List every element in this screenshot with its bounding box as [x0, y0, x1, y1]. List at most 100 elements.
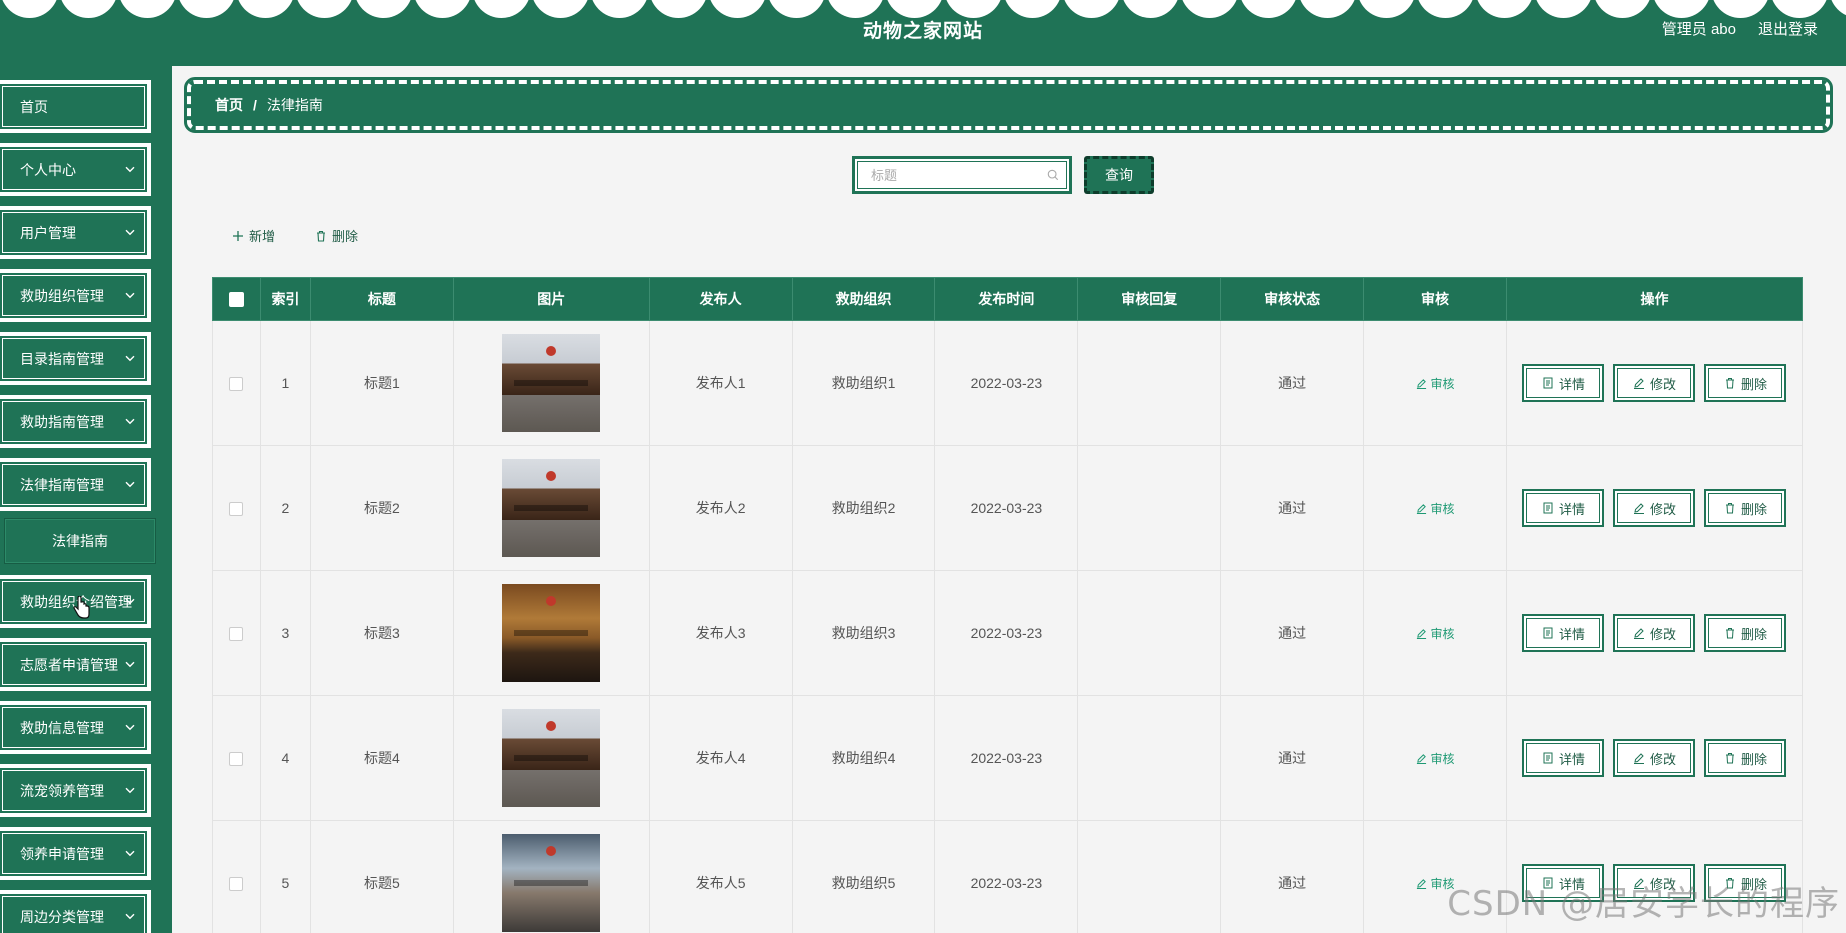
table-row: 3 标题3 发布人3 救助组织3 2022-03-23 通过 审核 详情 修改	[212, 570, 1804, 696]
delete-button[interactable]: 删除	[1704, 489, 1787, 527]
cell-actions: 详情 修改 删除	[1505, 320, 1804, 446]
sidebar-item-volunteer-application-management[interactable]: 志愿者申请管理	[0, 638, 151, 691]
review-link-label: 审核	[1430, 376, 1455, 391]
emblem-shape	[546, 596, 557, 606]
edit-pen-icon	[1416, 378, 1426, 389]
courtroom-image	[502, 459, 601, 557]
cell-title: 标题5	[309, 820, 454, 933]
sidebar-item-personal-center[interactable]: 个人中心	[0, 143, 151, 196]
column-header-index: 索引	[259, 277, 311, 321]
row-checkbox[interactable]	[229, 627, 244, 642]
row-actions: 详情 修改 删除	[1507, 739, 1802, 777]
row-checkbox[interactable]	[229, 877, 244, 892]
sidebar-item-user-management[interactable]: 用户管理	[0, 206, 151, 259]
trash-icon	[1725, 628, 1734, 639]
cell-index: 3	[259, 570, 311, 696]
breadcrumb-home[interactable]: 首页	[215, 95, 243, 115]
chevron-down-icon	[125, 661, 135, 667]
delete-button[interactable]: 删除	[1704, 364, 1787, 402]
trash-icon	[1725, 378, 1734, 389]
cell-review-status: 通过	[1220, 445, 1365, 571]
detail-button-label: 详情	[1558, 751, 1585, 767]
chevron-down-icon	[125, 292, 135, 298]
sidebar-item-rescue-org-management[interactable]: 救助组织管理	[0, 269, 151, 322]
sidebar-item-adoption-application-management[interactable]: 领养申请管理	[0, 827, 151, 880]
detail-button[interactable]: 详情	[1522, 614, 1605, 652]
cell-image	[452, 695, 650, 821]
review-link[interactable]: 审核	[1416, 750, 1455, 767]
cell-review-reply	[1077, 820, 1222, 933]
trash-icon	[317, 230, 326, 242]
row-select-cell	[212, 445, 261, 571]
cell-actions: 详情 修改 删除	[1505, 695, 1804, 821]
cell-publisher: 发布人1	[648, 320, 793, 446]
column-header-title: 标题	[309, 277, 454, 321]
detail-button[interactable]: 详情	[1522, 364, 1605, 402]
edit-button[interactable]: 修改	[1613, 614, 1696, 652]
sidebar-item-rescue-info-management[interactable]: 救助信息管理	[0, 701, 151, 754]
sidebar-item-legal-guide-management[interactable]: 法律指南管理	[0, 458, 151, 511]
cell-publisher: 发布人3	[648, 570, 793, 696]
delete-button-label: 删除	[1740, 626, 1767, 642]
select-all-checkbox[interactable]	[228, 292, 244, 308]
admin-user-label[interactable]: 管理员 abo	[1662, 18, 1736, 39]
row-select-cell	[212, 695, 261, 821]
delete-button-label: 删除	[1740, 376, 1767, 392]
review-link[interactable]: 审核	[1416, 500, 1455, 517]
sidebar-item-nearby-category-management[interactable]: 周边分类管理	[0, 890, 151, 933]
review-link-label: 审核	[1430, 626, 1455, 641]
review-link[interactable]: 审核	[1416, 625, 1455, 642]
table-row: 4 标题4 发布人4 救助组织4 2022-03-23 通过 审核 详情 修改	[212, 695, 1804, 821]
cell-title: 标题4	[309, 695, 454, 821]
edit-button[interactable]: 修改	[1613, 364, 1696, 402]
sidebar-item-home[interactable]: 首页	[0, 80, 151, 133]
sidebar-item-stray-adoption-management[interactable]: 流宠领养管理	[0, 764, 151, 817]
batch-delete-button-label: 删除	[332, 229, 359, 244]
cell-image	[452, 570, 650, 696]
table-header-row: 索引 标题 图片 发布人 救助组织 发布时间 审核回复 审核状态 审核 操作	[212, 277, 1804, 321]
detail-button[interactable]: 详情	[1522, 739, 1605, 777]
cell-review-status: 通过	[1220, 695, 1365, 821]
delete-button-label: 删除	[1740, 501, 1767, 517]
bench-shape	[514, 755, 589, 761]
edit-button[interactable]: 修改	[1613, 489, 1696, 527]
sidebar-item-catalog-guide-management[interactable]: 目录指南管理	[0, 332, 151, 385]
sidebar-item-rescue-guide-management[interactable]: 救助指南管理	[0, 395, 151, 448]
sidebar-item-label: 周边分类管理	[20, 908, 104, 925]
logout-link[interactable]: 退出登录	[1758, 18, 1818, 39]
cell-publisher: 发布人4	[648, 695, 793, 821]
row-checkbox[interactable]	[229, 377, 244, 392]
detail-button[interactable]: 详情	[1522, 489, 1605, 527]
column-header-actions: 操作	[1505, 277, 1804, 321]
row-actions: 详情 修改 删除	[1507, 614, 1802, 652]
review-link[interactable]: 审核	[1416, 375, 1455, 392]
review-link-label: 审核	[1430, 751, 1455, 766]
edit-pen-icon	[1416, 878, 1426, 889]
cell-review: 审核	[1363, 570, 1507, 696]
cell-publish-time: 2022-03-23	[934, 320, 1079, 446]
column-header-review-reply: 审核回复	[1077, 277, 1222, 321]
legal-guide-table: 索引 标题 图片 发布人 救助组织 发布时间 审核回复 审核状态 审核 操作 1…	[212, 277, 1804, 933]
table-row: 2 标题2 发布人2 救助组织2 2022-03-23 通过 审核 详情 修改	[212, 445, 1804, 571]
edit-pen-icon	[1416, 503, 1426, 514]
column-header-publish-time: 发布时间	[934, 277, 1079, 321]
cell-publish-time: 2022-03-23	[934, 570, 1079, 696]
title-search-input[interactable]	[871, 167, 1047, 183]
add-button[interactable]: 新增	[232, 226, 275, 245]
row-checkbox[interactable]	[229, 752, 244, 767]
sidebar-subitem-legal-guide[interactable]: 法律指南	[5, 519, 155, 563]
courtroom-image	[502, 584, 601, 682]
edit-button[interactable]: 修改	[1613, 739, 1696, 777]
delete-button[interactable]: 删除	[1704, 614, 1787, 652]
trash-icon	[1725, 753, 1734, 764]
delete-button[interactable]: 删除	[1704, 739, 1787, 777]
cell-review-status: 通过	[1220, 570, 1365, 696]
edit-button-label: 修改	[1649, 501, 1676, 517]
emblem-shape	[546, 346, 557, 356]
batch-delete-button[interactable]: 删除	[315, 226, 358, 245]
hand-pointer-cursor-icon	[73, 596, 90, 619]
row-actions: 详情 修改 删除	[1507, 364, 1802, 402]
search-button[interactable]: 查询	[1084, 156, 1154, 194]
row-checkbox[interactable]	[229, 502, 244, 517]
delete-button-label: 删除	[1740, 751, 1767, 767]
